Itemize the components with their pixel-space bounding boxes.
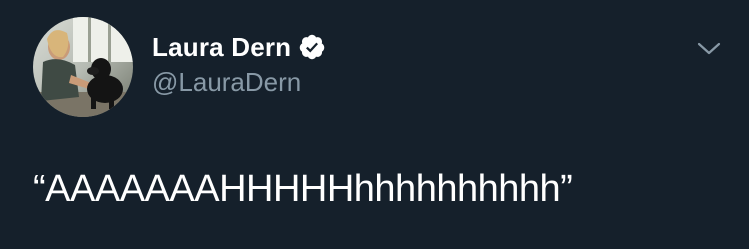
verified-badge-icon [298, 33, 326, 61]
tweet-text: “AAAAAAAHHHHHhhhhhhhhhh” [33, 168, 573, 210]
author-handle[interactable]: @LauraDern [152, 67, 301, 98]
avatar-photo [33, 17, 133, 117]
chevron-down-icon[interactable] [696, 38, 722, 60]
author-name-row[interactable]: Laura Dern [152, 30, 326, 64]
avatar[interactable] [33, 17, 133, 117]
tweet-card: Laura Dern @LauraDern “AAAAAAAHHHHHhhhhh… [0, 0, 749, 249]
author-display-name[interactable]: Laura Dern [152, 32, 291, 63]
